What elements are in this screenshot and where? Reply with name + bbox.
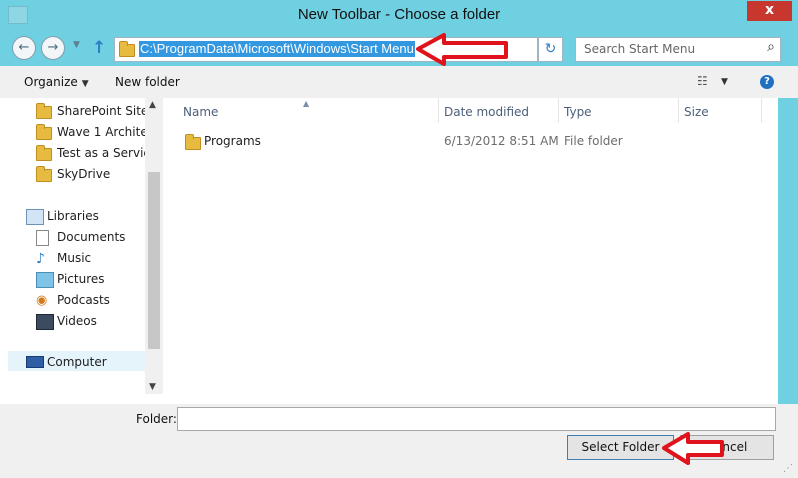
column-header-size[interactable]: Size	[684, 105, 709, 119]
forward-arrow-icon[interactable]: →	[41, 36, 65, 60]
scroll-up-icon[interactable]: ▲	[149, 100, 156, 110]
nav-label: Videos	[57, 314, 97, 328]
folder-icon	[36, 103, 52, 119]
organize-label: Organize	[24, 75, 78, 89]
nav-label: SharePoint Sites	[57, 104, 155, 118]
nav-item-pictures[interactable]: Pictures	[0, 268, 145, 288]
sort-ascending-icon: ▲	[303, 99, 310, 108]
address-bar[interactable]: C:\ProgramData\Microsoft\Windows\Start M…	[114, 37, 639, 62]
nav-item-computer[interactable]: Computer	[8, 351, 153, 371]
navigation-pane: SharePoint Sites Wave 1 Architect Test a…	[0, 98, 163, 404]
view-dropdown-icon[interactable]: ▼	[721, 77, 728, 87]
back-arrow-icon[interactable]: ←	[12, 36, 36, 60]
nav-scrollbar[interactable]: ▲ ▼	[145, 98, 163, 394]
column-divider[interactable]	[558, 98, 559, 123]
nav-label: SkyDrive	[57, 167, 111, 181]
title-bar: New Toolbar - Choose a folder x	[0, 0, 798, 32]
nav-label: Test as a Service	[57, 146, 158, 160]
nav-item-podcasts[interactable]: ◉ Podcasts	[0, 289, 145, 309]
computer-icon	[26, 356, 44, 368]
window-border	[778, 98, 798, 404]
nav-item-skydrive[interactable]: SkyDrive	[0, 163, 145, 183]
nav-item-documents[interactable]: Documents	[0, 226, 145, 246]
file-name: Programs	[204, 134, 261, 148]
nav-label: Computer	[47, 355, 107, 369]
nav-label: Podcasts	[57, 293, 110, 307]
music-icon: ♪	[36, 251, 45, 267]
folder-field[interactable]	[177, 407, 776, 431]
search-icon[interactable]: ⌕	[767, 39, 775, 55]
documents-icon	[36, 230, 49, 246]
file-date-modified: 6/13/2012 8:51 AM	[444, 134, 559, 148]
command-bar: Organize ▼ New folder ☷ ▼ ?	[0, 66, 798, 99]
column-divider[interactable]	[761, 98, 762, 123]
column-header-date-modified[interactable]: Date modified	[444, 105, 529, 119]
nav-item-sharepoint-sites[interactable]: SharePoint Sites	[0, 100, 155, 120]
column-divider[interactable]	[438, 98, 439, 123]
nav-label: Documents	[57, 230, 126, 244]
search-input[interactable]: Search Start Menu ⌕	[575, 37, 781, 62]
chevron-down-icon: ▼	[81, 79, 89, 89]
column-divider[interactable]	[678, 98, 679, 123]
folder-icon	[36, 145, 52, 161]
column-header-name[interactable]: Name	[183, 105, 218, 119]
select-folder-button[interactable]: Select Folder	[567, 435, 674, 460]
pictures-icon	[36, 272, 54, 288]
organize-button[interactable]: Organize ▼	[24, 75, 89, 89]
view-options-icon[interactable]: ☷	[697, 74, 708, 88]
nav-item-test-as-a-service[interactable]: Test as a Service	[0, 142, 157, 162]
folder-icon	[36, 166, 52, 182]
address-row: ← → ▼ ↑ C:\ProgramData\Microsoft\Windows…	[0, 32, 798, 66]
file-type: File folder	[564, 134, 623, 148]
refresh-icon[interactable]: ↻	[538, 37, 563, 62]
videos-icon	[36, 314, 54, 330]
cancel-button[interactable]: Cancel	[680, 435, 774, 460]
folder-label: Folder:	[136, 412, 177, 426]
nav-label: Wave 1 Architect	[57, 125, 160, 139]
resize-grip-icon[interactable]: ⋰	[783, 463, 793, 474]
file-list: ▲ Name Date modified Type Size Programs …	[163, 98, 778, 404]
nav-item-videos[interactable]: Videos	[0, 310, 145, 330]
column-header-type[interactable]: Type	[564, 105, 592, 119]
up-arrow-icon[interactable]: ↑	[92, 38, 106, 58]
nav-label: Libraries	[47, 209, 99, 223]
search-placeholder: Search Start Menu	[584, 42, 696, 56]
folder-icon	[185, 134, 201, 150]
help-icon[interactable]: ?	[760, 75, 774, 89]
nav-label: Music	[57, 251, 92, 265]
libraries-icon	[26, 209, 44, 225]
scroll-down-icon[interactable]: ▼	[149, 382, 156, 392]
address-path[interactable]: C:\ProgramData\Microsoft\Windows\Start M…	[139, 41, 415, 57]
window-title: New Toolbar - Choose a folder	[297, 6, 501, 23]
file-row[interactable]: Programs 6/13/2012 8:51 AM File folder	[163, 133, 778, 151]
folder-icon	[119, 41, 135, 57]
new-folder-button[interactable]: New folder	[115, 75, 180, 89]
dialog-footer: Folder: Select Folder Cancel ⋰	[0, 404, 798, 478]
nav-item-music[interactable]: ♪ Music	[0, 247, 145, 267]
folder-icon	[36, 124, 52, 140]
podcasts-icon: ◉	[36, 293, 48, 308]
recent-locations-icon[interactable]: ▼	[73, 40, 80, 50]
scrollbar-thumb[interactable]	[148, 172, 160, 349]
close-button[interactable]: x	[747, 1, 792, 21]
nav-item-libraries[interactable]: Libraries	[0, 205, 145, 225]
nav-item-wave-1-architect[interactable]: Wave 1 Architect	[0, 121, 159, 141]
choose-folder-dialog: New Toolbar - Choose a folder x ← → ▼ ↑ …	[0, 0, 798, 478]
nav-label: Pictures	[57, 272, 105, 286]
